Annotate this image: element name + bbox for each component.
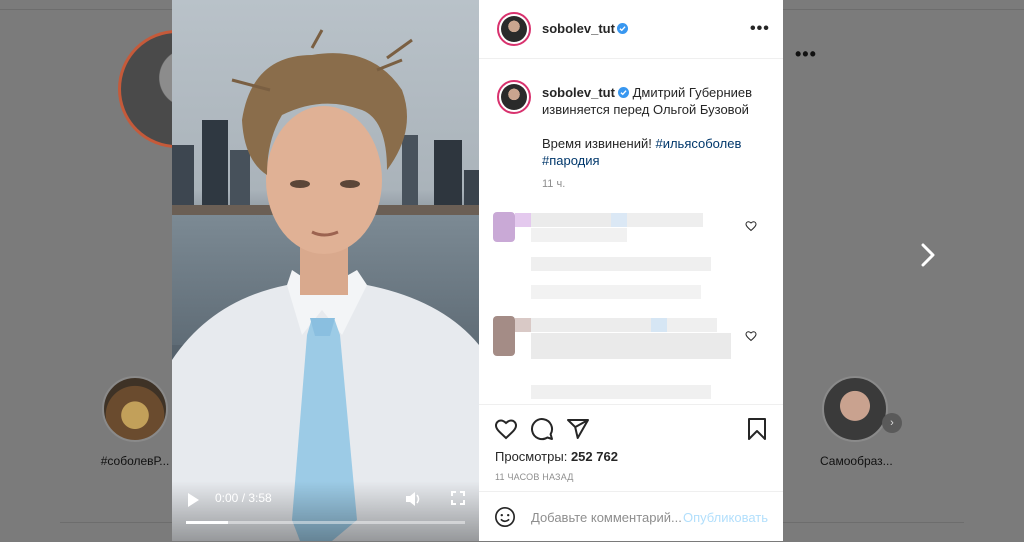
- highlight-cover: [102, 376, 168, 442]
- post-date[interactable]: 11 ЧАСОВ НАЗАД: [495, 472, 574, 482]
- blurred-content: [531, 257, 711, 271]
- comment-icon[interactable]: [530, 417, 554, 441]
- verified-icon: [617, 23, 628, 34]
- post-details-panel: sobolev_tut ••• sobolev_tut Дмитрий Губе…: [479, 0, 783, 541]
- caption-time: 11 ч.: [542, 178, 566, 190]
- views-number: 252 762: [570, 449, 618, 464]
- commenter-avatar[interactable]: [493, 316, 515, 356]
- volume-icon[interactable]: [405, 490, 423, 508]
- blurred-content: [531, 285, 701, 299]
- person-in-video: [172, 29, 479, 541]
- video-player[interactable]: 0:00 / 3:58: [172, 0, 479, 541]
- play-icon[interactable]: [186, 492, 200, 508]
- blurred-content: [651, 318, 667, 332]
- blurred-content: [611, 213, 627, 227]
- story-highlight[interactable]: #соболевР...: [100, 376, 170, 468]
- post-actions: Просмотры: 252 762 11 ЧАСОВ НАЗАД: [479, 404, 783, 495]
- video-progress-bar[interactable]: [186, 521, 465, 524]
- highlight-cover: [822, 376, 888, 442]
- blurred-content: [515, 213, 531, 227]
- post-caption: sobolev_tut Дмитрий Губерниев извиняется…: [542, 84, 770, 169]
- blurred-content: [627, 213, 703, 227]
- verified-badge: [614, 20, 628, 38]
- blurred-content: [531, 228, 627, 242]
- blurred-content: [515, 318, 531, 332]
- highlight-label: Самообраз...: [820, 454, 893, 468]
- blurred-content: [531, 333, 731, 359]
- verified-icon: [617, 87, 629, 98]
- bookmark-icon[interactable]: [745, 417, 769, 441]
- blurred-content: [531, 318, 651, 332]
- post-modal: 0:00 / 3:58 sobolev_tut ••• sobolev_tut …: [172, 0, 783, 541]
- caption-username[interactable]: sobolev_tut: [542, 85, 615, 100]
- more-options-icon[interactable]: •••: [795, 44, 817, 65]
- post-header: sobolev_tut •••: [479, 0, 783, 59]
- comment-input[interactable]: [531, 506, 681, 528]
- highlight-label: #соболевР...: [100, 454, 170, 468]
- video-time: 0:00 / 3:58: [215, 491, 272, 505]
- blurred-content: [531, 213, 611, 227]
- like-comment-icon[interactable]: [745, 220, 757, 232]
- emoji-icon[interactable]: [494, 506, 516, 528]
- caption-avatar[interactable]: [497, 80, 531, 114]
- author-username[interactable]: sobolev_tut: [542, 21, 615, 36]
- highlight-next-badge[interactable]: ›: [882, 413, 902, 433]
- author-avatar[interactable]: [497, 12, 531, 46]
- more-options-icon[interactable]: •••: [750, 20, 770, 38]
- hashtag-link[interactable]: #пародия: [542, 153, 600, 168]
- commenter-avatar[interactable]: [493, 212, 515, 242]
- like-comment-icon[interactable]: [745, 330, 757, 342]
- caption-text: Время извинений!: [542, 136, 652, 151]
- chevron-right-icon[interactable]: [914, 240, 942, 270]
- video-progress-fill: [186, 521, 228, 524]
- blurred-content: [531, 385, 711, 399]
- video-controls: [172, 481, 479, 541]
- views-label: Просмотры:: [495, 449, 568, 464]
- publish-button[interactable]: Опубликовать: [683, 510, 768, 525]
- comment-composer: Опубликовать: [479, 491, 783, 542]
- share-icon[interactable]: [566, 417, 590, 441]
- blurred-content: [667, 318, 717, 332]
- hashtag-link[interactable]: #ильясоболев: [655, 136, 741, 151]
- views-count: Просмотры: 252 762: [495, 449, 618, 464]
- story-highlight[interactable]: Самообраз...: [820, 376, 893, 468]
- fullscreen-icon[interactable]: [451, 491, 465, 505]
- heart-icon[interactable]: [494, 417, 518, 441]
